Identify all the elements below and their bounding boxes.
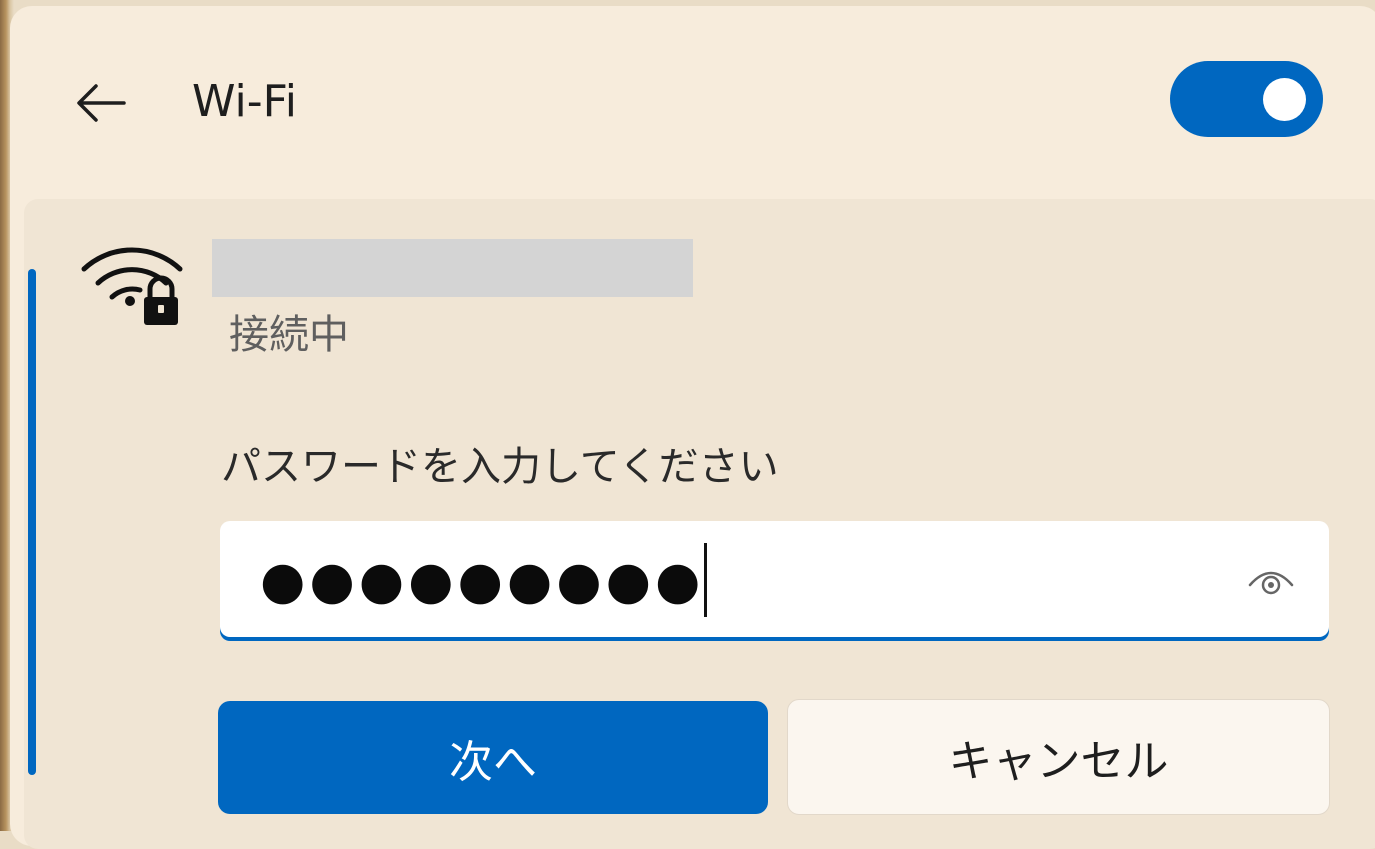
next-button[interactable]: 次へ xyxy=(218,701,768,814)
password-input[interactable]: ●●●●●●●●● xyxy=(220,521,1329,641)
network-name-redacted xyxy=(212,239,693,297)
network-item-expanded: 接続中 パスワードを入力してください ●●●●●●●●● 次へ キャンセル xyxy=(24,199,1375,849)
password-masked-value: ●●●●●●●●● xyxy=(260,543,708,621)
eye-icon xyxy=(1248,571,1294,595)
cancel-button[interactable]: キャンセル xyxy=(787,699,1330,815)
page-title: Wi-Fi xyxy=(192,76,297,127)
password-prompt-label: パスワードを入力してください xyxy=(221,444,779,490)
wifi-flyout-panel: Wi-Fi 接続中 パスワードを入力してください ●●●●●●●●● 次へ キャ… xyxy=(10,6,1375,849)
selection-indicator xyxy=(28,269,36,775)
back-button[interactable] xyxy=(66,68,136,138)
text-caret xyxy=(704,543,708,617)
arrow-left-icon xyxy=(77,84,126,122)
reveal-password-button[interactable] xyxy=(1243,559,1299,603)
wifi-header: Wi-Fi xyxy=(10,6,1375,196)
wifi-toggle[interactable] xyxy=(1170,61,1323,137)
connection-status: 接続中 xyxy=(229,312,349,358)
toggle-knob xyxy=(1263,78,1306,121)
wifi-secured-icon xyxy=(81,247,183,325)
password-dots-text: ●●●●●●●●● xyxy=(260,551,705,611)
